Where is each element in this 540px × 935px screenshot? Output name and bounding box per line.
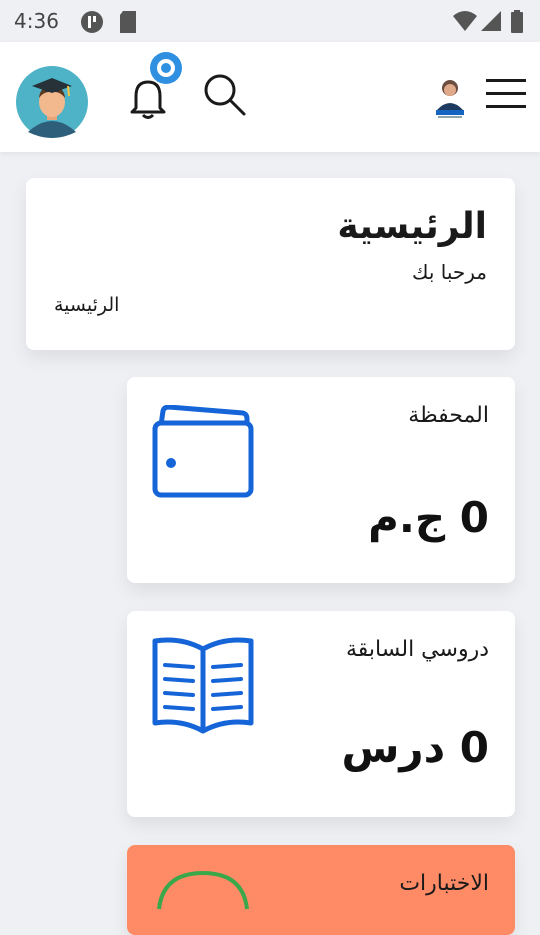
lessons-count: 0 درس xyxy=(341,723,489,772)
search-icon xyxy=(204,74,246,116)
progress-ring-icon xyxy=(157,870,249,915)
search-button[interactable] xyxy=(202,72,248,122)
lessons-card[interactable]: دروسي السابقة 0 درس xyxy=(127,611,515,817)
wallet-title: المحفظة xyxy=(408,403,489,428)
notification-badge xyxy=(149,51,183,89)
home-card: الرئيسية مرحبا بك الرئيسية xyxy=(26,178,515,350)
app-notification-icon xyxy=(80,10,104,38)
lessons-title: دروسي السابقة xyxy=(346,637,489,662)
sd-card-icon xyxy=(118,10,138,38)
page-title: الرئيسية xyxy=(337,206,487,247)
avatar[interactable] xyxy=(16,66,88,142)
menu-button[interactable] xyxy=(486,78,526,114)
exams-card[interactable]: الاختبارات xyxy=(127,845,515,935)
status-bar: 4:36 xyxy=(0,0,540,42)
open-book-icon xyxy=(151,633,255,743)
wallet-icon xyxy=(151,404,255,503)
app-bar xyxy=(0,42,540,152)
status-time: 4:36 xyxy=(14,9,59,33)
breadcrumb[interactable]: الرئيسية xyxy=(54,294,119,316)
wallet-card[interactable]: المحفظة 0 ج.م xyxy=(127,377,515,583)
exams-title: الاختبارات xyxy=(399,871,489,896)
battery-icon xyxy=(510,10,524,38)
wifi-icon xyxy=(452,10,478,36)
teacher-logo xyxy=(434,76,466,122)
hamburger-menu-icon xyxy=(486,79,526,108)
wallet-balance: 0 ج.م xyxy=(368,493,489,542)
welcome-text: مرحبا بك xyxy=(411,260,487,284)
signal-icon xyxy=(480,10,502,36)
